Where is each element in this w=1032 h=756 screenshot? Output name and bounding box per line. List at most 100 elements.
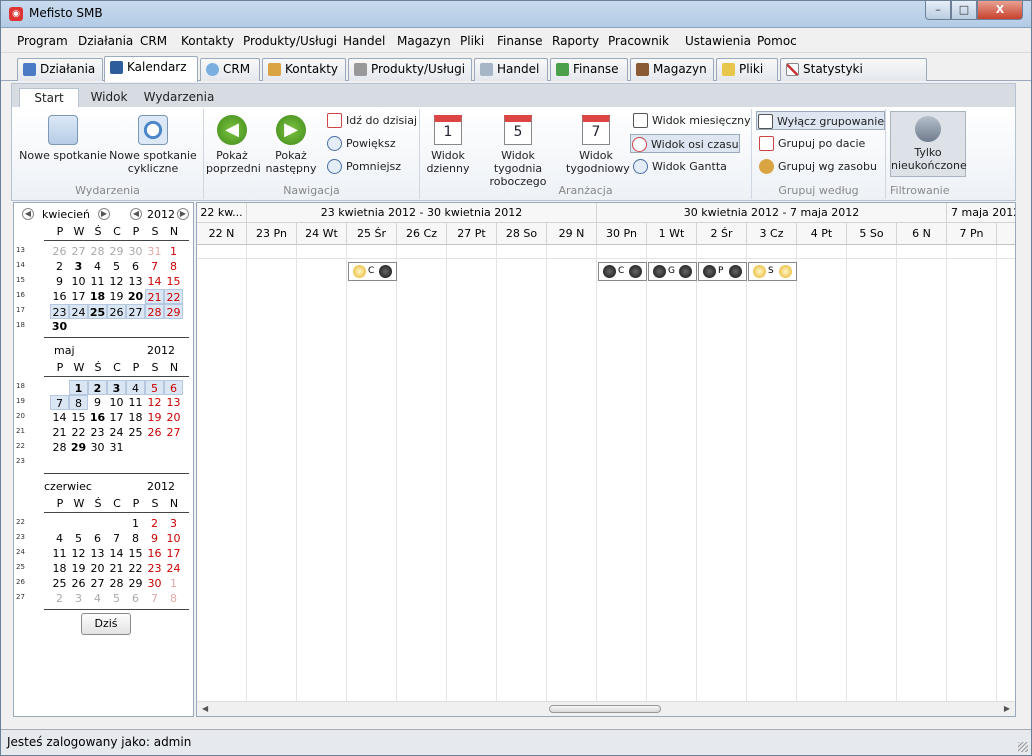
calendar-day[interactable]: 6: [126, 259, 145, 274]
calendar-day[interactable]: 15: [126, 546, 145, 561]
calendar-day[interactable]: 17: [107, 410, 126, 425]
calendar-day[interactable]: 3: [164, 516, 183, 531]
calendar-day[interactable]: 13: [88, 546, 107, 561]
prev-month-icon[interactable]: ◀: [22, 208, 34, 220]
calendar-day[interactable]: 24: [69, 304, 88, 319]
calendar-day[interactable]: 16: [50, 289, 69, 304]
calendar-day[interactable]: 5: [145, 380, 164, 395]
menu-raporty[interactable]: Raporty: [552, 34, 599, 48]
calendar-day[interactable]: 31: [145, 244, 164, 259]
calendar-day[interactable]: 7: [145, 591, 164, 606]
show-previous-button[interactable]: ◀ Pokaż poprzedni: [206, 115, 261, 175]
menu-dzialania[interactable]: Działania: [78, 34, 133, 48]
calendar-day[interactable]: 3: [107, 380, 126, 395]
calendar-day[interactable]: 5: [69, 531, 88, 546]
menu-program[interactable]: Program: [17, 34, 68, 48]
day-column[interactable]: [397, 245, 447, 701]
calendar-day[interactable]: 5: [107, 591, 126, 606]
day-header[interactable]: 29 N: [547, 223, 597, 245]
menu-ustawienia[interactable]: Ustawienia: [685, 34, 751, 48]
calendar-day[interactable]: 10: [107, 395, 126, 410]
calendar-day[interactable]: 14: [50, 410, 69, 425]
calendar-day[interactable]: 4: [88, 259, 107, 274]
day-header[interactable]: 22 N: [197, 223, 247, 245]
calendar-day[interactable]: 24: [164, 561, 183, 576]
calendar-day[interactable]: 23: [88, 425, 107, 440]
gantt-view-button[interactable]: Widok Gantta: [632, 157, 727, 176]
calendar-day[interactable]: 1: [69, 380, 88, 395]
calendar-day[interactable]: 30: [50, 319, 69, 334]
day-column[interactable]: [547, 245, 597, 701]
menu-handel[interactable]: Handel: [343, 34, 385, 48]
day-header[interactable]: 25 Śr: [347, 223, 397, 245]
calendar-day[interactable]: 26: [50, 244, 69, 259]
only-unfinished-button[interactable]: Tylko nieukończone: [890, 111, 967, 177]
day-column[interactable]: [847, 245, 897, 701]
day-header[interactable]: 5 So: [847, 223, 897, 245]
day-header[interactable]: 30 Pn: [597, 223, 647, 245]
calendar-day[interactable]: 29: [69, 440, 88, 455]
day-column[interactable]: [897, 245, 947, 701]
show-next-button[interactable]: ▶ Pokaż następny: [262, 115, 320, 175]
go-to-today-button[interactable]: Idź do dzisiaj: [326, 111, 417, 130]
tab-dzialania[interactable]: Działania: [17, 58, 103, 81]
tab-statystyki[interactable]: Statystyki sprzedaży: [780, 58, 927, 97]
calendar-day[interactable]: 21: [145, 289, 164, 304]
calendar-day[interactable]: 10: [69, 274, 88, 289]
calendar-day[interactable]: 2: [145, 516, 164, 531]
calendar-day[interactable]: 27: [164, 425, 183, 440]
prev-year-icon[interactable]: ◀: [130, 208, 142, 220]
maximize-button[interactable]: □: [951, 1, 977, 20]
day-header[interactable]: 28 So: [497, 223, 547, 245]
calendar-day[interactable]: 26: [69, 576, 88, 591]
next-year-icon[interactable]: ▶: [177, 208, 189, 220]
tab-pliki[interactable]: Pliki: [716, 58, 778, 81]
calendar-day[interactable]: 30: [88, 440, 107, 455]
calendar-day[interactable]: 2: [88, 380, 107, 395]
calendar-day[interactable]: 13: [126, 274, 145, 289]
calendar-day[interactable]: 11: [88, 274, 107, 289]
calendar-day[interactable]: 9: [50, 274, 69, 289]
scroll-left-icon[interactable]: ◀: [202, 704, 208, 713]
calendar-day[interactable]: 18: [50, 561, 69, 576]
day-header[interactable]: 26 Cz: [397, 223, 447, 245]
day-header[interactable]: 27 Pt: [447, 223, 497, 245]
calendar-day[interactable]: 7: [145, 259, 164, 274]
day-header[interactable]: 6 N: [897, 223, 947, 245]
calendar-day[interactable]: 8: [164, 259, 183, 274]
calendar-day[interactable]: 11: [126, 395, 145, 410]
day-column[interactable]: [597, 245, 647, 701]
work-week-view-button[interactable]: 5 Widok tygodnia roboczego: [476, 115, 560, 188]
zoom-in-button[interactable]: Powiększ: [326, 134, 396, 153]
calendar-day[interactable]: 2: [50, 591, 69, 606]
calendar-day[interactable]: 25: [50, 576, 69, 591]
calendar-day[interactable]: 7: [107, 531, 126, 546]
day-header[interactable]: 23 Pn: [247, 223, 297, 245]
calendar-day[interactable]: 3: [69, 259, 88, 274]
calendar-day[interactable]: 14: [107, 546, 126, 561]
calendar-day[interactable]: 1: [126, 516, 145, 531]
calendar-day[interactable]: 13: [164, 395, 183, 410]
day-column[interactable]: [747, 245, 797, 701]
calendar-day[interactable]: 8: [69, 395, 88, 410]
menu-kontakty[interactable]: Kontakty: [181, 34, 234, 48]
tab-crm[interactable]: CRM: [200, 58, 260, 81]
calendar-day[interactable]: 8: [164, 591, 183, 606]
calendar-day[interactable]: 26: [107, 304, 126, 319]
calendar-day[interactable]: 22: [126, 561, 145, 576]
calendar-day[interactable]: 4: [88, 591, 107, 606]
menu-magazyn[interactable]: Magazyn: [397, 34, 451, 48]
calendar-day[interactable]: 1: [164, 576, 183, 591]
calendar-day[interactable]: 20: [88, 561, 107, 576]
minimize-button[interactable]: –: [925, 1, 951, 20]
calendar-day[interactable]: 8: [126, 531, 145, 546]
horizontal-scrollbar[interactable]: ◀ ▶: [197, 701, 1015, 716]
tab-produkty[interactable]: Produkty/Usługi: [348, 58, 472, 81]
calendar-day[interactable]: 6: [164, 380, 183, 395]
calendar-day[interactable]: 2: [50, 259, 69, 274]
day-column[interactable]: [647, 245, 697, 701]
menu-crm[interactable]: CRM: [140, 34, 167, 48]
calendar-day[interactable]: 17: [164, 546, 183, 561]
month-view-button[interactable]: Widok miesięczny: [632, 111, 751, 130]
today-button[interactable]: Dziś: [81, 613, 131, 635]
